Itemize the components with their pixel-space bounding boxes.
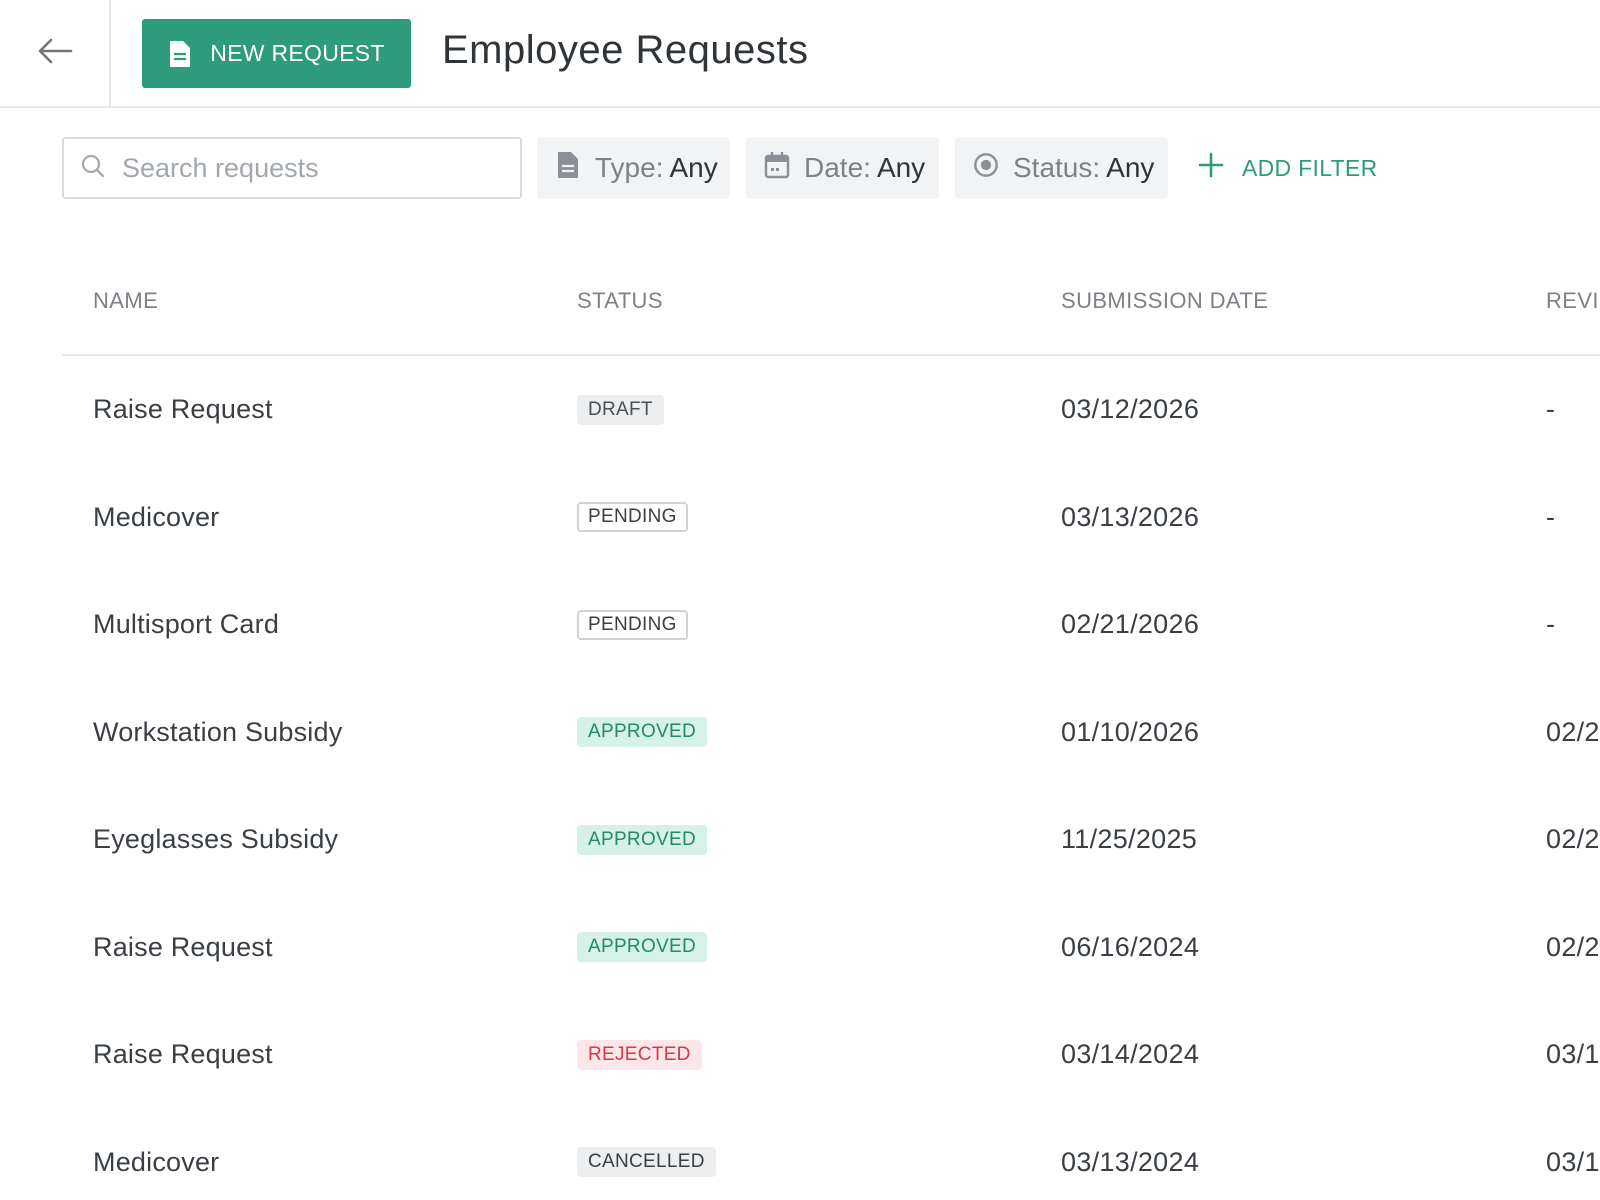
row-review-date: 02/2	[1546, 716, 1600, 747]
filter-type-label: Type:	[595, 152, 664, 183]
calendar-icon	[764, 151, 790, 186]
back-button[interactable]	[0, 0, 111, 106]
column-header-status[interactable]: STATUS	[577, 288, 663, 314]
row-status: PENDING	[577, 571, 688, 679]
table-row[interactable]: Medicover CANCELLED 03/13/2024 03/1	[62, 1109, 1600, 1200]
table-body: Raise Request DRAFT 03/12/2026 - Medicover PE…	[62, 356, 1600, 1200]
row-submission-date: 03/12/2026	[1061, 394, 1200, 425]
filter-status-value: Any	[1106, 152, 1155, 183]
row-submission-date: 11/25/2025	[1061, 824, 1198, 855]
row-name: Raise Request	[93, 931, 273, 962]
search-input[interactable]	[122, 152, 502, 184]
status-badge: DRAFT	[577, 394, 664, 425]
page-header: NEW REQUEST Employee Requests	[0, 0, 1600, 108]
row-name: Multisport Card	[93, 609, 280, 640]
column-header-submission-date[interactable]: SUBMISSION DATE	[1061, 288, 1268, 314]
row-review-date: 03/1	[1546, 1039, 1600, 1070]
row-name: Medicover	[93, 501, 220, 532]
employee-requests-page: NEW REQUEST Employee Requests Type: Any …	[0, 0, 1600, 1200]
row-submission-date: 03/13/2024	[1061, 1146, 1200, 1177]
filter-date-value: Any	[876, 152, 926, 183]
row-status: PENDING	[577, 464, 688, 572]
row-submission-date: 03/14/2024	[1061, 1039, 1200, 1070]
row-submission-date: 01/10/2026	[1061, 716, 1200, 747]
status-badge: PENDING	[577, 609, 688, 640]
filter-status-label: Status:	[1013, 152, 1101, 183]
status-badge: APPROVED	[577, 717, 707, 748]
filter-type[interactable]: Type: Any	[537, 137, 730, 199]
row-status: APPROVED	[577, 679, 707, 787]
row-status: DRAFT	[577, 356, 664, 464]
row-submission-date: 06/16/2024	[1061, 931, 1200, 962]
row-name: Eyeglasses Subsidy	[93, 824, 339, 855]
status-badge: REJECTED	[577, 1039, 702, 1070]
table-row[interactable]: Workstation Subsidy APPROVED 01/10/2026 02/…	[62, 679, 1600, 787]
page-title: Employee Requests	[442, 28, 809, 72]
row-status: REJECTED	[577, 1001, 702, 1109]
table-header: NAME STATUS SUBMISSION DATE REVIE	[62, 258, 1600, 356]
filter-type-value: Any	[669, 152, 718, 183]
row-status: APPROVED	[577, 894, 707, 1002]
row-review-date: 02/2	[1546, 824, 1600, 855]
search-box[interactable]	[62, 137, 522, 199]
status-badge: CANCELLED	[577, 1147, 716, 1178]
add-filter-button[interactable]: ADD FILTER	[1198, 150, 1377, 186]
filter-date[interactable]: Date: Any	[746, 137, 939, 199]
row-status: CANCELLED	[577, 1109, 716, 1200]
status-badge: APPROVED	[577, 824, 707, 855]
row-submission-date: 03/13/2026	[1061, 501, 1200, 532]
row-name: Workstation Subsidy	[93, 716, 343, 747]
row-review-date: -	[1546, 501, 1556, 532]
row-review-date: -	[1546, 609, 1556, 640]
plus-icon	[1198, 152, 1224, 184]
new-request-label: NEW REQUEST	[210, 40, 385, 66]
column-header-review[interactable]: REVIE	[1546, 288, 1600, 314]
filter-status[interactable]: Status: Any	[955, 137, 1168, 199]
add-filter-label: ADD FILTER	[1242, 154, 1378, 181]
table-row[interactable]: Medicover PENDING 03/13/2026 -	[62, 464, 1600, 572]
table-row[interactable]: Eyeglasses Subsidy APPROVED 11/25/2025 02/2	[62, 786, 1600, 894]
status-badge: PENDING	[577, 502, 688, 533]
row-review-date: -	[1546, 394, 1556, 425]
row-status: APPROVED	[577, 786, 707, 894]
column-header-name[interactable]: NAME	[93, 288, 158, 314]
new-request-button[interactable]: NEW REQUEST	[142, 19, 411, 88]
arrow-left-icon	[33, 29, 77, 78]
table-row[interactable]: Raise Request APPROVED 06/16/2024 02/2	[62, 894, 1600, 1002]
row-name: Raise Request	[93, 394, 273, 425]
row-review-date: 02/2	[1546, 931, 1600, 962]
radio-circle-icon	[973, 151, 999, 186]
row-name: Raise Request	[93, 1039, 273, 1070]
table-row[interactable]: Multisport Card PENDING 02/21/2026 -	[62, 571, 1600, 679]
row-name: Medicover	[93, 1146, 220, 1177]
table-row[interactable]: Raise Request DRAFT 03/12/2026 -	[62, 356, 1600, 464]
document-icon	[555, 151, 581, 186]
filter-date-label: Date:	[804, 152, 871, 183]
table-row[interactable]: Raise Request REJECTED 03/14/2024 03/1	[62, 1001, 1600, 1109]
status-badge: APPROVED	[577, 932, 707, 963]
row-submission-date: 02/21/2026	[1061, 609, 1200, 640]
row-review-date: 03/1	[1546, 1146, 1600, 1177]
search-icon	[80, 153, 106, 184]
document-icon	[168, 40, 192, 68]
